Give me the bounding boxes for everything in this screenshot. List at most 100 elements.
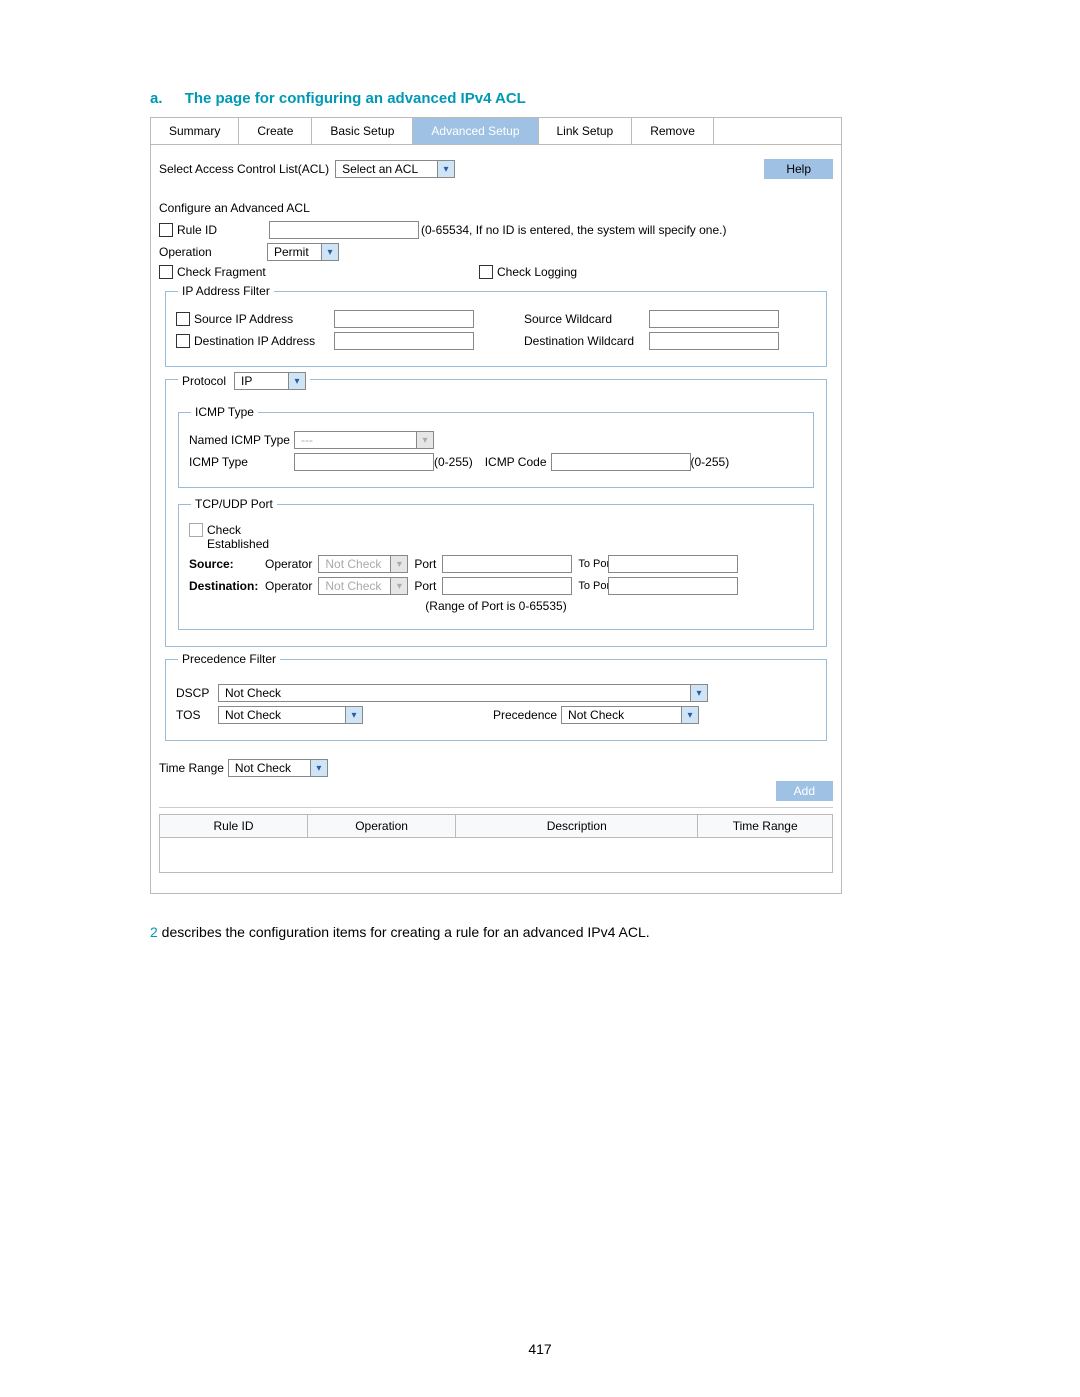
time-range-dropdown[interactable]: Not Check ▾ (228, 759, 328, 777)
operation-label: Operation (159, 245, 267, 259)
section-heading: a. The page for configuring an advanced … (150, 90, 930, 107)
tab-spacer (714, 118, 841, 144)
protocol-group: Protocol IP ▾ ICMP Type Named ICMP Type … (165, 379, 827, 647)
icmp-code-input[interactable] (551, 453, 691, 471)
col-operation: Operation (308, 815, 456, 838)
rule-id-checkbox[interactable] (159, 223, 173, 237)
rules-table: Rule ID Operation Description Time Range (159, 814, 833, 873)
icmp-code-hint: (0-255) (691, 455, 730, 469)
chevron-down-icon: ▾ (390, 578, 407, 594)
dest-ip-input[interactable] (334, 332, 474, 350)
icmp-legend: ICMP Type (191, 405, 258, 419)
tab-advanced-setup[interactable]: Advanced Setup (413, 118, 538, 144)
source-ip-input[interactable] (334, 310, 474, 328)
source-port-lbl: Port (414, 557, 436, 571)
tab-basic-setup[interactable]: Basic Setup (312, 118, 413, 144)
dest-operator-dropdown[interactable]: Not Check ▾ (318, 577, 408, 595)
tcp-udp-port-group: TCP/UDP Port Check Established Source: O… (178, 504, 814, 630)
rule-id-label: Rule ID (177, 223, 269, 237)
operator-label: Operator (265, 557, 312, 571)
add-button[interactable]: Add (776, 781, 833, 801)
icmp-code-label: ICMP Code (485, 455, 547, 469)
dest-to-port-label: To Port (578, 581, 608, 592)
rule-id-input[interactable] (269, 221, 419, 239)
source-ip-checkbox[interactable] (176, 312, 190, 326)
acl-config-panel: Summary Create Basic Setup Advanced Setu… (150, 117, 842, 894)
dest-port-label: Destination: (189, 579, 265, 593)
tcpudp-legend: TCP/UDP Port (191, 497, 277, 511)
operator-label: Operator (265, 579, 312, 593)
page-number: 417 (0, 1341, 1080, 1357)
select-acl-dropdown[interactable]: Select an ACL ▾ (335, 160, 455, 178)
tos-label: TOS (176, 708, 218, 722)
source-to-port-input[interactable] (608, 555, 738, 573)
check-established-label: Check Established (207, 523, 287, 551)
source-operator-dropdown[interactable]: Not Check ▾ (318, 555, 408, 573)
ip-filter-legend: IP Address Filter (178, 284, 274, 298)
time-range-label: Time Range (159, 761, 224, 775)
named-icmp-dropdown[interactable]: --- ▾ (294, 431, 434, 449)
check-established-checkbox[interactable] (189, 523, 203, 537)
check-logging-label: Check Logging (497, 265, 577, 279)
chevron-down-icon: ▾ (437, 161, 454, 177)
precedence-label: Precedence (493, 708, 557, 722)
icmp-type-input[interactable] (294, 453, 434, 471)
tab-link-setup[interactable]: Link Setup (539, 118, 633, 144)
operation-dropdown[interactable]: Permit ▾ (267, 243, 339, 261)
chevron-down-icon: ▾ (310, 760, 327, 776)
protocol-dropdown[interactable]: IP ▾ (234, 372, 306, 390)
chevron-down-icon: ▾ (345, 707, 362, 723)
tab-create[interactable]: Create (239, 118, 312, 144)
footnote: 2 describes the configuration items for … (150, 924, 930, 940)
precedence-filter-group: Precedence Filter DSCP Not Check ▾ TOS N… (165, 659, 827, 741)
source-port-label: Source: (189, 557, 265, 571)
configure-title: Configure an Advanced ACL (159, 201, 833, 215)
heading-text: The page for configuring an advanced IPv… (185, 90, 526, 107)
source-port-input[interactable] (442, 555, 572, 573)
help-button[interactable]: Help (764, 159, 833, 179)
heading-prefix: a. (150, 90, 163, 107)
chevron-down-icon: ▾ (681, 707, 698, 723)
dscp-dropdown[interactable]: Not Check ▾ (218, 684, 708, 702)
tos-dropdown[interactable]: Not Check ▾ (218, 706, 363, 724)
tab-remove[interactable]: Remove (632, 118, 714, 144)
dest-port-lbl: Port (414, 579, 436, 593)
chevron-down-icon: ▾ (416, 432, 433, 448)
source-to-port-label: To Port (578, 559, 608, 570)
protocol-legend: Protocol IP ▾ (178, 372, 310, 390)
check-logging-checkbox[interactable] (479, 265, 493, 279)
footnote-text: describes the configuration items for cr… (158, 924, 650, 940)
tab-bar: Summary Create Basic Setup Advanced Setu… (151, 118, 841, 145)
icmp-type-hint: (0-255) (434, 455, 473, 469)
port-range-hint: (Range of Port is 0-65535) (425, 599, 566, 613)
chevron-down-icon: ▾ (288, 373, 305, 389)
select-acl-label: Select Access Control List(ACL) (159, 162, 329, 176)
footnote-number: 2 (150, 924, 158, 940)
dest-wildcard-input[interactable] (649, 332, 779, 350)
prec-legend: Precedence Filter (178, 652, 280, 666)
source-ip-label: Source IP Address (194, 312, 334, 326)
chevron-down-icon: ▾ (690, 685, 707, 701)
named-icmp-label: Named ICMP Type (189, 433, 294, 447)
precedence-dropdown[interactable]: Not Check ▾ (561, 706, 699, 724)
dscp-label: DSCP (176, 686, 218, 700)
tab-summary[interactable]: Summary (151, 118, 239, 144)
col-rule-id: Rule ID (160, 815, 308, 838)
chevron-down-icon: ▾ (390, 556, 407, 572)
icmp-type-label: ICMP Type (189, 455, 294, 469)
ip-address-filter-group: IP Address Filter Source IP Address Sour… (165, 291, 827, 367)
check-fragment-label: Check Fragment (177, 265, 266, 279)
col-description: Description (456, 815, 698, 838)
source-wildcard-input[interactable] (649, 310, 779, 328)
source-wildcard-label: Source Wildcard (524, 312, 649, 326)
icmp-type-group: ICMP Type Named ICMP Type --- ▾ ICMP Typ… (178, 412, 814, 488)
dest-ip-checkbox[interactable] (176, 334, 190, 348)
check-fragment-checkbox[interactable] (159, 265, 173, 279)
rule-id-hint: (0-65534, If no ID is entered, the syste… (421, 223, 726, 237)
dest-port-input[interactable] (442, 577, 572, 595)
col-time-range: Time Range (698, 815, 833, 838)
chevron-down-icon: ▾ (321, 244, 338, 260)
dest-to-port-input[interactable] (608, 577, 738, 595)
table-row (160, 838, 833, 873)
dest-wildcard-label: Destination Wildcard (524, 334, 649, 348)
